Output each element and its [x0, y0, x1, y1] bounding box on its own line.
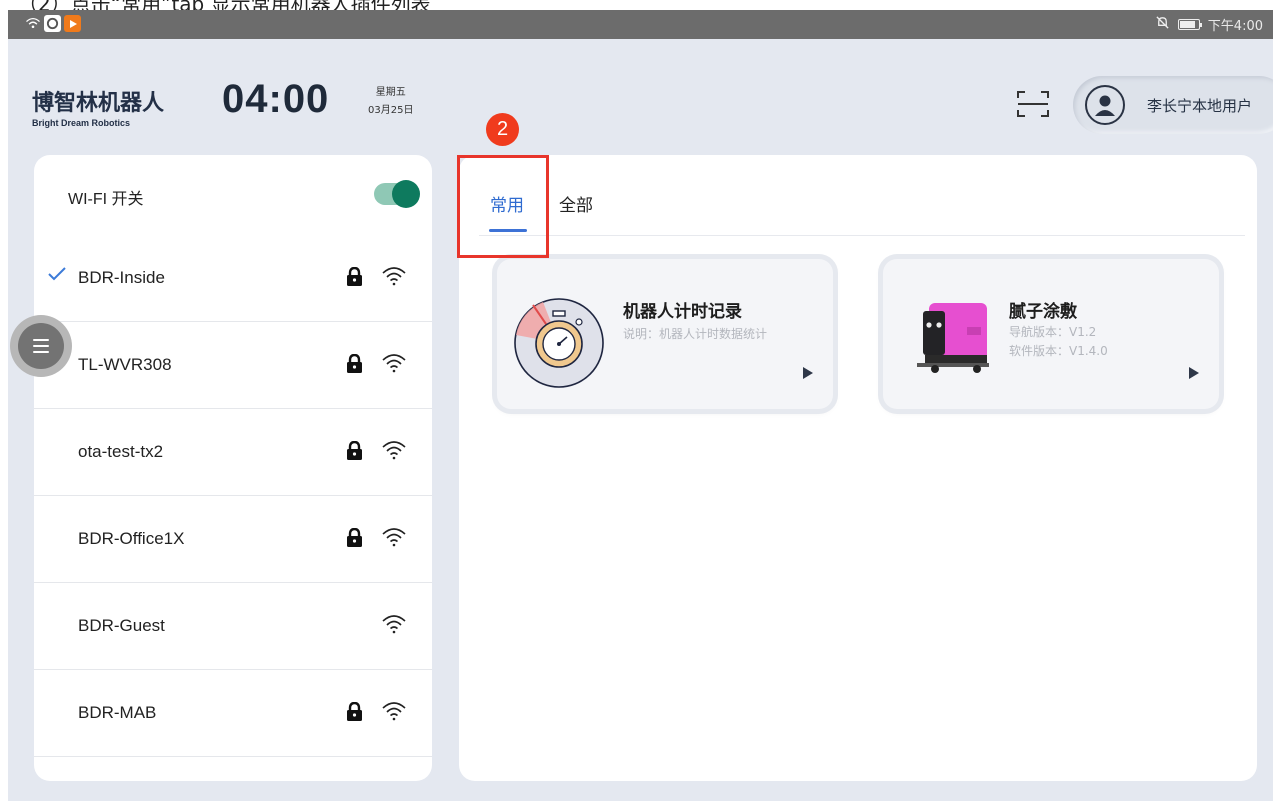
annotation-highlight-box	[457, 155, 549, 258]
status-time: 下午4:00	[1207, 19, 1263, 34]
floating-menu-button[interactable]	[10, 315, 72, 377]
robot-icon	[917, 303, 989, 373]
avatar-icon	[1085, 85, 1125, 125]
network-name: TL-WVR308	[78, 355, 172, 374]
stopwatch-icon	[514, 298, 604, 388]
wifi-network-row[interactable]: BDR-Guest	[34, 583, 432, 670]
network-name: BDR-Guest	[78, 616, 165, 635]
user-name: 李长宁本地用户	[1147, 97, 1253, 115]
mute-icon	[1155, 15, 1170, 34]
menu-icon	[18, 323, 64, 369]
wifi-network-row[interactable]: BDR-Inside	[34, 235, 432, 322]
plugin-card-timer[interactable]: 机器人计时记录 说明：机器人计时数据统计	[497, 259, 833, 409]
wifi-toggle-label: WI-FI 开关	[68, 191, 144, 208]
wifi-signal-icon	[382, 528, 406, 547]
lock-icon	[347, 354, 362, 373]
toggle-knob	[392, 180, 420, 208]
wifi-signal-icon	[382, 702, 406, 721]
lock-icon	[347, 528, 362, 547]
lock-icon	[347, 441, 362, 460]
scan-icon[interactable]	[1016, 89, 1050, 119]
network-name: BDR-Inside	[78, 268, 165, 287]
wifi-panel: WI-FI 开关 BDR-Inside TL-WVR308 ota-test-t…	[34, 155, 432, 781]
plugin-description: 说明：机器人计时数据统计	[623, 327, 768, 341]
lock-icon	[347, 702, 362, 721]
logo-cn: 博智林机器人	[32, 91, 165, 116]
wifi-signal-icon	[382, 615, 406, 634]
brand-logo: 博智林机器人 Bright Dream Robotics	[32, 85, 164, 128]
date: 03月25日	[368, 105, 414, 116]
play-notification-icon	[64, 15, 81, 32]
play-arrow-icon	[803, 367, 813, 379]
wifi-signal-icon	[382, 267, 406, 286]
check-icon	[48, 265, 66, 286]
user-account-button[interactable]: 李长宁本地用户	[1073, 76, 1273, 134]
tabs-divider	[479, 235, 1245, 236]
tab-bar: 常用 全部	[459, 155, 1257, 236]
plugin-title: 机器人计时记录	[623, 302, 742, 322]
header: 博智林机器人 Bright Dream Robotics 04:00 星期五 0…	[8, 39, 1273, 154]
screen: 下午4:00 博智林机器人 Bright Dream Robotics 04:0…	[8, 10, 1273, 801]
step-badge: 2	[486, 113, 519, 146]
plugin-panel: 常用 全部 机器人计时记录 说明：机器人计时数据统计 腻子涂敷 导航版本：V1.…	[459, 155, 1257, 781]
battery-icon	[1177, 19, 1202, 30]
wifi-signal-icon	[382, 354, 406, 373]
wifi-toggle-row: WI-FI 开关	[34, 155, 432, 235]
plugin-nav-version: 导航版本：V1.2	[1009, 325, 1097, 339]
network-name: BDR-MAB	[78, 703, 157, 722]
wifi-network-row[interactable]: TL-WVR308	[34, 322, 432, 409]
wifi-status-icon	[24, 15, 41, 32]
wifi-network-row[interactable]: ota-test-tx2	[34, 409, 432, 496]
plugin-card-putty[interactable]: 腻子涂敷 导航版本：V1.2 软件版本：V1.4.0	[883, 259, 1219, 409]
network-name: ota-test-tx2	[78, 442, 164, 461]
play-arrow-icon	[1189, 367, 1199, 379]
wifi-network-row[interactable]: BDR-Office1X	[34, 496, 432, 583]
lock-icon	[347, 267, 362, 286]
caption: （2）点击“常用”tab 显示常用机器人插件列表	[0, 0, 1273, 10]
weekday: 星期五	[375, 87, 406, 98]
status-bar: 下午4:00	[8, 10, 1273, 39]
tab-all[interactable]: 全部	[559, 191, 593, 216]
plugin-software-version: 软件版本：V1.4.0	[1009, 344, 1108, 358]
wifi-signal-icon	[382, 441, 406, 460]
wifi-network-row[interactable]: BDR-MAB	[34, 670, 432, 757]
plugin-title: 腻子涂敷	[1009, 302, 1077, 322]
logo-en: Bright Dream Robotics	[32, 118, 131, 128]
wifi-toggle[interactable]	[374, 180, 420, 208]
clock: 04:00	[222, 77, 330, 121]
app-notification-icon	[44, 15, 61, 32]
network-name: BDR-Office1X	[78, 529, 185, 548]
date-block: 星期五 03月25日	[368, 84, 413, 120]
